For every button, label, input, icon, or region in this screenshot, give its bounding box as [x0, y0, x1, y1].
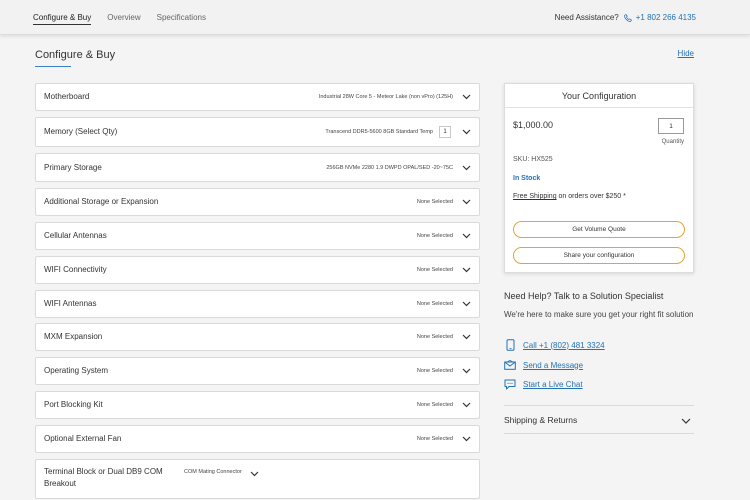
- chevron-down-icon: [461, 127, 471, 137]
- option-row-port-blocking-kit[interactable]: Port Blocking Kit None Selected: [35, 391, 480, 419]
- contact-message: Send a Message: [504, 359, 583, 371]
- share-configuration-button[interactable]: Share your configuration: [513, 247, 685, 264]
- config-price: $1,000.00: [513, 120, 554, 130]
- help-subtitle: We're here to make sure you get your rig…: [504, 310, 694, 319]
- configuration-card: Your Configuration $1,000.00 1 Quantity …: [504, 83, 694, 273]
- option-row-terminal-block[interactable]: Terminal Block or Dual DB9 COM Breakout …: [35, 459, 480, 499]
- hide-link[interactable]: Hide: [678, 49, 694, 58]
- section-tabs: Configure & Buy Overview Specifications: [33, 0, 222, 35]
- shipping-returns-accordion[interactable]: Shipping & Returns: [504, 405, 694, 434]
- option-label: Additional Storage or Expansion: [44, 197, 159, 206]
- card-title: Your Configuration: [505, 84, 693, 108]
- option-value: None Selected: [416, 301, 453, 307]
- stock-status: In Stock: [513, 175, 541, 182]
- option-row-primary-storage[interactable]: Primary Storage 256GB NVMe 2280 1.9 DWPD…: [35, 153, 480, 182]
- option-row-mxm-expansion[interactable]: MXM Expansion None Selected: [35, 323, 480, 351]
- envelope-icon: [504, 359, 516, 371]
- option-row-memory[interactable]: Memory (Select Qty) Transcend DDR5-5600 …: [35, 117, 480, 147]
- option-row-wifi-connectivity[interactable]: WIFI Connectivity None Selected: [35, 256, 480, 284]
- option-value: Transcend DDR5-5600 8GB Standard Temp: [325, 129, 433, 135]
- option-value: Industrial 28W Core 5 - Meteor Lake (non…: [318, 94, 453, 100]
- option-label: Terminal Block or Dual DB9 COM Breakout: [44, 467, 163, 488]
- memory-qty-box[interactable]: 1: [439, 126, 451, 138]
- assistance-phone-link[interactable]: +1 802 266 4135: [636, 13, 696, 22]
- option-label: Optional External Fan: [44, 434, 122, 443]
- shipping-note: Free Shipping on orders over $250 *: [513, 193, 626, 200]
- chevron-down-icon: [461, 400, 471, 410]
- option-value: None Selected: [416, 368, 453, 374]
- option-value: 256GB NVMe 2280 1.9 DWPD OPAL/SED -20~75…: [326, 164, 453, 171]
- send-message-link[interactable]: Send a Message: [523, 361, 583, 370]
- title-underline: [35, 66, 71, 67]
- option-value: None Selected: [416, 436, 453, 442]
- option-label: Port Blocking Kit: [44, 400, 103, 409]
- option-row-cellular-antennas[interactable]: Cellular Antennas None Selected: [35, 222, 480, 250]
- option-label: Cellular Antennas: [44, 231, 107, 240]
- chevron-down-icon: [461, 299, 471, 309]
- chevron-down-icon: [461, 92, 471, 102]
- tab-overview[interactable]: Overview: [107, 0, 140, 35]
- tab-specifications[interactable]: Specifications: [157, 0, 206, 35]
- get-volume-quote-button[interactable]: Get Volume Quote: [513, 221, 685, 238]
- call-link[interactable]: Call +1 (802) 481 3324: [523, 341, 605, 350]
- option-row-additional-storage[interactable]: Additional Storage or Expansion None Sel…: [35, 188, 480, 216]
- chevron-down-icon: [461, 265, 471, 275]
- chevron-down-icon: [250, 469, 260, 479]
- live-chat-link[interactable]: Start a Live Chat: [523, 380, 583, 389]
- option-label: Motherboard: [44, 92, 90, 101]
- tab-label: Overview: [107, 13, 141, 22]
- sku-text: SKU: HX525: [513, 156, 553, 163]
- option-label: Primary Storage: [44, 162, 102, 172]
- assistance: Need Assistance? +1 802 266 4135: [555, 0, 696, 35]
- option-value: None Selected: [416, 267, 453, 273]
- chevron-down-icon: [461, 434, 471, 444]
- tab-configure-buy[interactable]: Configure & Buy: [33, 0, 92, 35]
- option-value: None Selected: [416, 402, 453, 408]
- tab-label: Specifications: [156, 13, 206, 22]
- option-value: None Selected: [416, 334, 453, 340]
- assistance-label: Need Assistance?: [554, 13, 619, 22]
- quantity-label: Quantity: [661, 139, 684, 145]
- contact-chat: Start a Live Chat: [504, 378, 583, 390]
- option-label: WIFI Antennas: [44, 299, 97, 308]
- chevron-down-icon: [461, 366, 471, 376]
- option-value: None Selected: [416, 233, 453, 239]
- option-row-motherboard[interactable]: Motherboard Industrial 28W Core 5 - Mete…: [35, 83, 480, 111]
- phone-icon: [623, 13, 632, 22]
- option-row-operating-system[interactable]: Operating System None Selected: [35, 357, 480, 385]
- help-title: Need Help? Talk to a Solution Specialist: [504, 291, 664, 301]
- top-nav-bar: Configure & Buy Overview Specifications …: [0, 0, 750, 35]
- chat-bubble-icon: [504, 378, 516, 390]
- option-label: Memory (Select Qty): [44, 127, 118, 136]
- chevron-down-icon: [461, 163, 471, 173]
- shipping-note-text: on orders over $250 *: [556, 193, 626, 200]
- quantity-input[interactable]: 1: [658, 118, 684, 134]
- option-label: WIFI Connectivity: [44, 265, 107, 274]
- chevron-down-icon: [461, 197, 471, 207]
- chevron-down-icon: [461, 231, 471, 241]
- option-value: COM Mating Connector: [184, 469, 242, 475]
- option-row-external-fan[interactable]: Optional External Fan None Selected: [35, 425, 480, 453]
- mobile-phone-icon: [504, 339, 516, 351]
- option-row-wifi-antennas[interactable]: WIFI Antennas None Selected: [35, 290, 480, 318]
- free-shipping-link[interactable]: Free Shipping: [513, 193, 557, 200]
- tab-label: Configure & Buy: [33, 13, 92, 22]
- option-label: Operating System: [44, 366, 109, 375]
- chevron-down-icon: [681, 411, 691, 429]
- shipping-returns-label: Shipping & Returns: [504, 414, 578, 425]
- page-title: Configure & Buy: [35, 49, 116, 61]
- option-label: MXM Expansion: [44, 332, 103, 341]
- option-value: None Selected: [416, 199, 453, 205]
- contact-call: Call +1 (802) 481 3324: [504, 339, 605, 351]
- chevron-down-icon: [461, 332, 471, 342]
